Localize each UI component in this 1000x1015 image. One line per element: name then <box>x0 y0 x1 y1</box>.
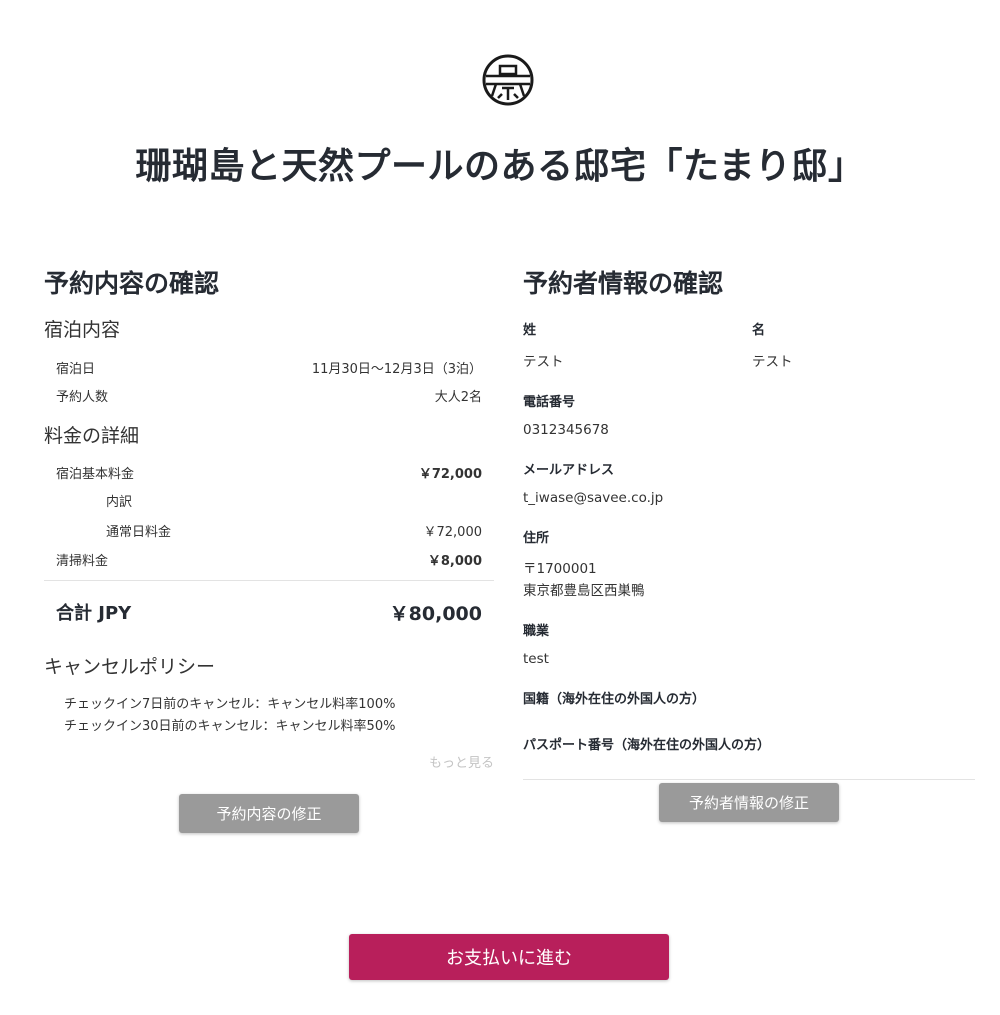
cleaning-fee-value: ￥8,000 <box>427 554 482 569</box>
cancel-policy-title: キャンセルポリシー <box>44 656 216 678</box>
cancel-policy-line: チェックイン30日前のキャンセル：キャンセル料率50% <box>64 719 396 734</box>
stay-date-value: 11月30日～12月3日（3泊） <box>311 362 482 377</box>
reservation-section-title: 予約内容の確認 <box>44 269 220 298</box>
guest-count-label: 予約人数 <box>56 390 109 405</box>
weekday-fee-row: 通常日料金 ￥72,000 <box>44 521 494 540</box>
total-divider <box>44 580 494 581</box>
first-name-value: テスト <box>752 354 793 370</box>
guest-count-value: 大人2名 <box>434 390 482 405</box>
total-value: ￥80,000 <box>389 603 482 625</box>
cleaning-fee-label: 清掃料金 <box>56 554 109 569</box>
address-label: 住所 <box>523 531 550 546</box>
base-fee-label: 宿泊基本料金 <box>56 467 135 482</box>
occupation-label: 職業 <box>523 624 550 639</box>
guest-count-row: 予約人数 大人2名 <box>44 386 494 405</box>
weekday-fee-label: 通常日料金 <box>106 525 172 540</box>
base-fee-row: 宿泊基本料金 ￥72,000 <box>44 463 494 482</box>
guest-info-summary: 予約者情報の確認 姓 テスト 名 テスト 電話番号 0312345678 メール… <box>523 265 975 780</box>
show-more-link[interactable]: もっと見る <box>44 752 494 771</box>
total-label: 合計 JPY <box>56 603 132 624</box>
breakdown-row: 内訳 <box>44 491 494 510</box>
last-name-value: テスト <box>523 354 564 370</box>
total-row: 合計 JPY ￥80,000 <box>44 599 494 626</box>
cleaning-fee-row: 清掃料金 ￥8,000 <box>44 550 494 569</box>
stay-details-title: 宿泊内容 <box>44 319 121 341</box>
property-seal-logo-icon <box>482 54 534 106</box>
passport-label: パスポート番号（海外在住の外国人の方） <box>523 738 771 753</box>
weekday-fee-value: ￥72,000 <box>423 525 483 540</box>
email-label: メールアドレス <box>523 463 615 478</box>
nationality-label: 国籍（海外在住の外国人の方） <box>523 692 706 707</box>
stay-date-label: 宿泊日 <box>56 362 96 377</box>
first-name-label: 名 <box>752 323 766 338</box>
guest-divider <box>523 779 975 780</box>
edit-reservation-button[interactable]: 予約内容の修正 <box>179 794 359 833</box>
stay-date-row: 宿泊日 11月30日～12月3日（3泊） <box>44 358 494 377</box>
address-value: 東京都豊島区西巣鴨 <box>523 583 645 599</box>
postal-code-value: 〒1700001 <box>523 561 597 577</box>
occupation-value: test <box>523 651 549 667</box>
cancel-policy-line: チェックイン7日前のキャンセル：キャンセル料率100% <box>64 697 396 712</box>
fee-details-title: 料金の詳細 <box>44 425 140 447</box>
email-value: t_iwase@savee.co.jp <box>523 490 664 506</box>
last-name-label: 姓 <box>523 323 537 338</box>
base-fee-value: ￥72,000 <box>418 467 482 482</box>
page-title: 珊瑚島と天然プールのある邸宅「たまり邸」 <box>135 146 865 187</box>
phone-label: 電話番号 <box>523 395 576 410</box>
guest-section-title: 予約者情報の確認 <box>523 269 724 298</box>
edit-guest-info-button[interactable]: 予約者情報の修正 <box>659 783 839 822</box>
name-row: 姓 テスト 名 テスト <box>523 319 975 370</box>
phone-value: 0312345678 <box>523 422 609 438</box>
reservation-summary: 予約内容の確認 宿泊内容 宿泊日 11月30日～12月3日（3泊） 予約人数 大… <box>44 265 494 771</box>
breakdown-label: 内訳 <box>106 495 133 510</box>
proceed-to-payment-button[interactable]: お支払いに進む <box>349 934 669 980</box>
